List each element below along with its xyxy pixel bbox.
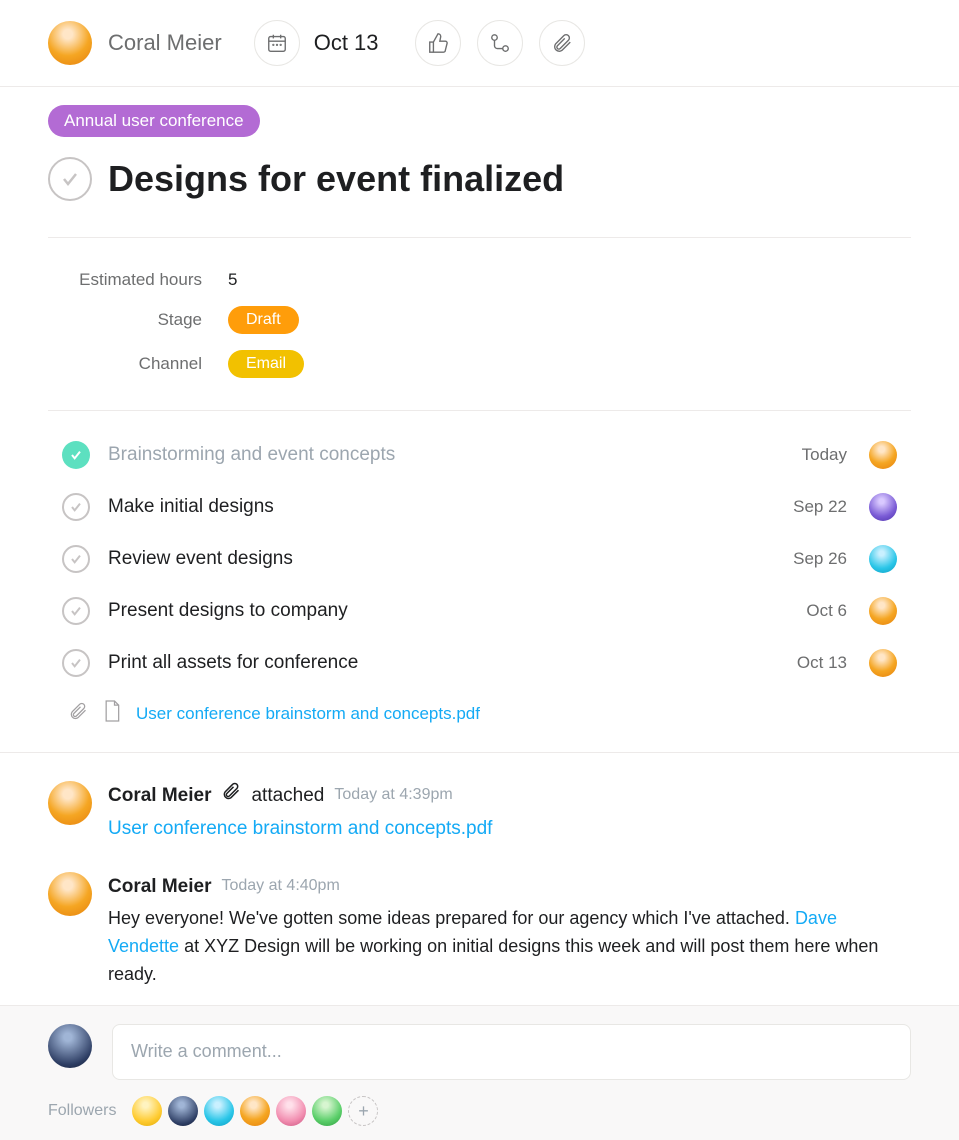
- follower-stack: +: [132, 1096, 378, 1126]
- field-label: Stage: [48, 310, 228, 330]
- subtask-row[interactable]: Make initial designs Sep 22: [48, 481, 911, 533]
- subtask-date: Sep 26: [793, 549, 847, 569]
- field-channel[interactable]: Channel Email: [48, 342, 911, 386]
- add-follower-button[interactable]: +: [348, 1096, 378, 1126]
- complete-task-button[interactable]: [48, 157, 92, 201]
- comment-input[interactable]: Write a comment...: [112, 1024, 911, 1080]
- subtask-check-icon[interactable]: [62, 545, 90, 573]
- followers-label: Followers: [48, 1102, 116, 1120]
- field-label: Channel: [48, 354, 228, 374]
- subtask-date: Oct 13: [797, 653, 847, 673]
- field-value-pill: Draft: [228, 306, 299, 334]
- owner-avatar[interactable]: [48, 21, 92, 65]
- activity-action: attached: [251, 781, 324, 810]
- field-value-pill: Email: [228, 350, 304, 378]
- subtask-row[interactable]: Present designs to company Oct 6: [48, 585, 911, 637]
- follower-avatar[interactable]: [240, 1096, 270, 1126]
- activity-item: Coral Meier Today at 4:40pm Hey everyone! …: [48, 864, 911, 1009]
- activity-avatar[interactable]: [48, 781, 92, 825]
- field-value: 5: [228, 270, 237, 290]
- subtask-check-icon[interactable]: [62, 493, 90, 521]
- task-title[interactable]: Designs for event finalized: [108, 158, 564, 200]
- activity-author[interactable]: Coral Meier: [108, 872, 211, 901]
- project-pill[interactable]: Annual user conference: [48, 105, 260, 137]
- subtask-check-icon[interactable]: [62, 649, 90, 677]
- attachment-link[interactable]: User conference brainstorm and concepts.…: [136, 704, 480, 724]
- file-icon: [102, 699, 122, 728]
- field-estimated-hours[interactable]: Estimated hours 5: [48, 262, 911, 298]
- owner-name[interactable]: Coral Meier: [108, 30, 222, 56]
- follower-avatar[interactable]: [204, 1096, 234, 1126]
- due-date-text: Oct 13: [314, 30, 379, 56]
- subtask-assignee-avatar[interactable]: [869, 493, 897, 521]
- subtask-title: Print all assets for conference: [108, 652, 779, 674]
- activity-attachment-link[interactable]: User conference brainstorm and concepts.…: [108, 814, 492, 843]
- subtask-check-icon[interactable]: [62, 441, 90, 469]
- activity-author[interactable]: Coral Meier: [108, 781, 211, 810]
- like-button[interactable]: [415, 20, 461, 66]
- subtask-row[interactable]: Print all assets for conference Oct 13: [48, 637, 911, 689]
- activity-time: Today at 4:39pm: [334, 783, 452, 808]
- activity-feed: Coral Meier attached Today at 4:39pm User c…: [0, 752, 959, 1029]
- activity-item: Coral Meier attached Today at 4:39pm User c…: [48, 773, 911, 864]
- field-label: Estimated hours: [48, 270, 228, 290]
- calendar-icon[interactable]: [254, 20, 300, 66]
- subtask-assignee-avatar[interactable]: [869, 649, 897, 677]
- attachment-button[interactable]: [539, 20, 585, 66]
- paperclip-icon: [68, 701, 88, 726]
- follower-avatar[interactable]: [168, 1096, 198, 1126]
- paperclip-icon: [221, 781, 241, 810]
- task-header: Coral Meier Oct 13: [0, 0, 959, 87]
- attachment-row[interactable]: User conference brainstorm and concepts.…: [48, 689, 911, 752]
- subtask-list: Brainstorming and event concepts Today Mak…: [0, 411, 959, 752]
- subtask-button[interactable]: [477, 20, 523, 66]
- subtask-date: Sep 22: [793, 497, 847, 517]
- subtask-title: Make initial designs: [108, 496, 775, 518]
- follower-avatar[interactable]: [276, 1096, 306, 1126]
- subtask-title: Review event designs: [108, 548, 775, 570]
- activity-avatar[interactable]: [48, 872, 92, 916]
- activity-text: Hey everyone! We've gotten some ideas pr…: [108, 905, 911, 989]
- current-user-avatar[interactable]: [48, 1024, 92, 1068]
- footer: Write a comment... Followers +: [0, 1005, 959, 1140]
- follower-avatar[interactable]: [132, 1096, 162, 1126]
- subtask-assignee-avatar[interactable]: [869, 441, 897, 469]
- field-stage[interactable]: Stage Draft: [48, 298, 911, 342]
- subtask-date: Oct 6: [806, 601, 847, 621]
- subtask-title: Present designs to company: [108, 600, 788, 622]
- subtask-check-icon[interactable]: [62, 597, 90, 625]
- subtask-title: Brainstorming and event concepts: [108, 444, 784, 466]
- custom-fields: Estimated hours 5 Stage Draft Channel Em…: [48, 237, 911, 411]
- subtask-date: Today: [802, 445, 847, 465]
- subtask-assignee-avatar[interactable]: [869, 545, 897, 573]
- activity-time: Today at 4:40pm: [221, 874, 339, 899]
- due-date[interactable]: Oct 13: [254, 20, 379, 66]
- subtask-row[interactable]: Brainstorming and event concepts Today: [48, 429, 911, 481]
- subtask-assignee-avatar[interactable]: [869, 597, 897, 625]
- subtask-row[interactable]: Review event designs Sep 26: [48, 533, 911, 585]
- title-section: Annual user conference Designs for event…: [0, 87, 959, 213]
- follower-avatar[interactable]: [312, 1096, 342, 1126]
